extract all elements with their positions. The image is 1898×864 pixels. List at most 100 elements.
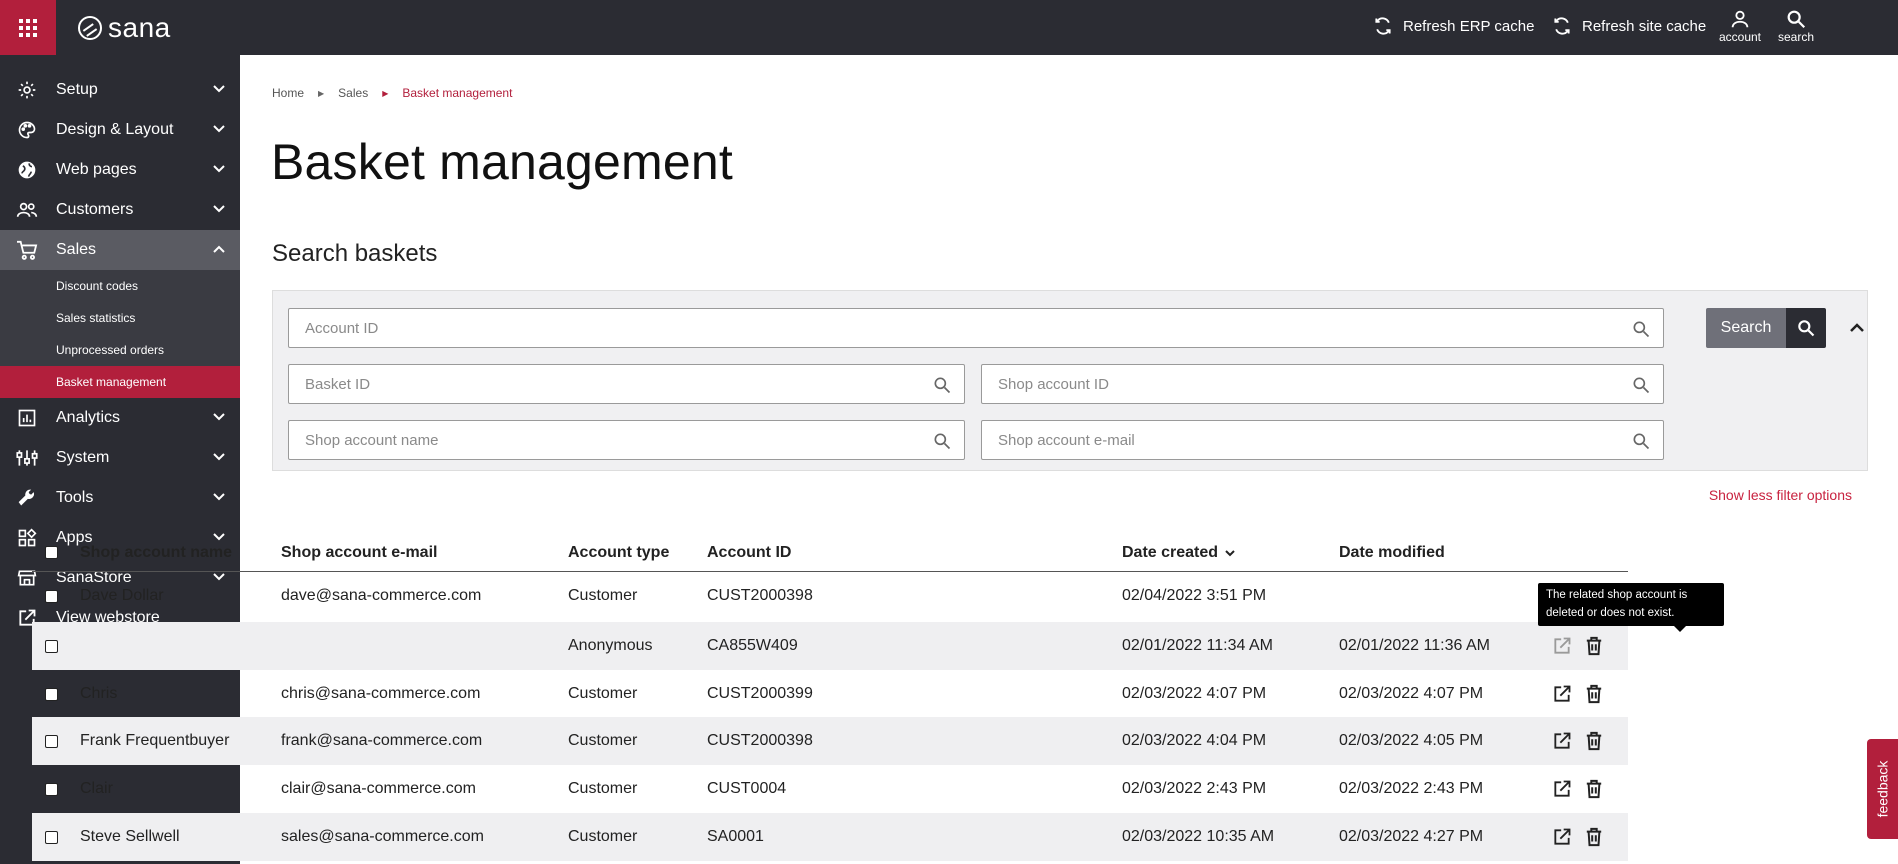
shop-account-id-input[interactable] [982, 365, 1663, 403]
cell-account-id: SA0001 [707, 828, 764, 845]
open-shop-account-button[interactable] [1552, 670, 1572, 718]
external-link-icon [1554, 732, 1571, 749]
sidebar-subitem-label: Basket management [56, 375, 167, 389]
delete-basket-button[interactable] [1585, 670, 1603, 718]
cell-shop-account-name: Dave Dollar [80, 587, 164, 604]
cell-account-id: CA855W409 [707, 637, 798, 654]
shop-account-name-field[interactable] [288, 420, 965, 460]
search-icon[interactable] [932, 375, 952, 395]
search-icon[interactable] [1631, 431, 1651, 451]
sidebar-item-tools[interactable]: Tools [0, 478, 240, 518]
sidebar-item-setup[interactable]: Setup [0, 70, 240, 110]
refresh-erp-label: Refresh ERP cache [1403, 17, 1535, 35]
account-id-field[interactable] [288, 308, 1664, 348]
collapse-filters-chevron-up-icon[interactable] [1848, 319, 1866, 337]
cell-account-type: Customer [568, 685, 638, 702]
user-icon [1731, 10, 1749, 28]
row-checkbox[interactable] [45, 830, 58, 844]
search-submit-button[interactable]: Search [1706, 308, 1826, 348]
shop-account-name-input[interactable] [289, 421, 964, 459]
search-label: search [1777, 30, 1815, 44]
row-checkbox[interactable] [45, 687, 58, 701]
external-link-icon [1554, 685, 1571, 702]
cell-shop-account-email: clair@sana-commerce.com [281, 780, 476, 797]
table-row[interactable]: Anonymous CA855W409 02/01/2022 11:34 AM 02/… [32, 622, 1628, 670]
chart-icon [18, 409, 36, 427]
search-icon [1798, 320, 1815, 337]
open-shop-account-button[interactable] [1552, 717, 1572, 765]
search-button[interactable]: search [1771, 8, 1821, 44]
col-header-account-id[interactable]: Account ID [707, 534, 791, 571]
open-shop-account-button[interactable] [1552, 813, 1572, 861]
sidebar-item-label: Web pages [56, 161, 137, 178]
col-header-date-created[interactable]: Date created [1122, 534, 1236, 571]
delete-basket-button[interactable] [1585, 813, 1603, 861]
page-title: Basket management [271, 134, 733, 190]
shop-account-email-field[interactable] [981, 420, 1664, 460]
cell-date-created: 02/03/2022 4:04 PM [1122, 732, 1267, 749]
shop-account-id-field[interactable] [981, 364, 1664, 404]
col-header-date-created-label: Date created [1122, 543, 1219, 561]
account-button[interactable]: account [1715, 8, 1765, 44]
breadcrumb-home[interactable]: Home [272, 86, 304, 100]
breadcrumb-sales[interactable]: Sales [338, 86, 368, 100]
trash-icon [1586, 636, 1602, 656]
breadcrumb: Home ▶ Sales ▶ Basket management [272, 86, 512, 100]
table-row[interactable]: Steve Sellwell sales@sana-commerce.com Cus… [32, 813, 1628, 861]
cell-account-type: Anonymous [568, 637, 653, 654]
sidebar-item-web-pages[interactable]: Web pages [0, 150, 240, 190]
cell-shop-account-name: Steve Sellwell [80, 828, 180, 845]
col-header-name[interactable]: Shop account name [80, 534, 232, 571]
cell-shop-account-email: frank@sana-commerce.com [281, 732, 483, 749]
basket-id-input[interactable] [289, 365, 964, 403]
search-icon[interactable] [932, 431, 952, 451]
sidebar-subitem-basket-management[interactable]: Basket management [0, 366, 240, 398]
open-shop-account-button[interactable] [1552, 765, 1572, 813]
sidebar-item-customers[interactable]: Customers [0, 190, 240, 230]
sidebar-subitem-unprocessed-orders[interactable]: Unprocessed orders [0, 334, 240, 366]
col-header-date-modified[interactable]: Date modified [1339, 534, 1445, 571]
open-shop-account-button[interactable] [1552, 622, 1572, 670]
col-header-email[interactable]: Shop account e-mail [281, 534, 437, 571]
sidebar-item-sales[interactable]: Sales [0, 230, 240, 270]
search-icon[interactable] [1631, 375, 1651, 395]
sidebar-item-label: Analytics [56, 409, 121, 426]
external-link-icon [1554, 828, 1571, 845]
table-row[interactable]: Dave Dollar dave@sana-commerce.com Custome… [32, 572, 1628, 620]
delete-basket-button[interactable] [1585, 765, 1603, 813]
gear-icon [18, 81, 36, 99]
sana-logo[interactable]: sana [78, 12, 171, 44]
shop-account-email-input[interactable] [982, 421, 1663, 459]
basket-id-field[interactable] [288, 364, 965, 404]
feedback-tab[interactable]: feedback [1867, 739, 1898, 839]
sidebar-item-label: Setup [56, 81, 98, 98]
sidebar-item-system[interactable]: System [0, 438, 240, 478]
delete-basket-button[interactable] [1585, 717, 1603, 765]
show-less-filter-options-link[interactable]: Show less filter options [1709, 487, 1852, 503]
sidebar-subitem-sales-statistics[interactable]: Sales statistics [0, 302, 240, 334]
row-checkbox[interactable] [45, 782, 58, 796]
row-checkbox[interactable] [45, 734, 58, 748]
row-checkbox[interactable] [45, 639, 58, 653]
delete-basket-button[interactable] [1585, 622, 1603, 670]
trash-icon [1586, 684, 1602, 704]
cell-account-type: Customer [568, 587, 638, 604]
table-row[interactable]: Chris chris@sana-commerce.com Customer CUST… [32, 670, 1628, 718]
account-id-input[interactable] [289, 309, 1663, 347]
refresh-site-cache-button[interactable]: Refresh site cache [1552, 16, 1706, 36]
col-header-type[interactable]: Account type [568, 534, 669, 571]
refresh-erp-cache-button[interactable]: Refresh ERP cache [1373, 16, 1534, 36]
select-all-checkbox[interactable] [45, 546, 58, 559]
sidebar-subitem-discount-codes[interactable]: Discount codes [0, 270, 240, 302]
sidebar-item-analytics[interactable]: Analytics [0, 398, 240, 438]
sidebar-item-label: System [56, 449, 110, 466]
cart-icon [17, 240, 38, 260]
row-checkbox[interactable] [45, 589, 58, 603]
app-launcher-button[interactable] [0, 0, 56, 55]
sort-desc-chevron-icon [1225, 549, 1235, 556]
sidebar-item-design-layout[interactable]: Design & Layout [0, 110, 240, 150]
table-row[interactable]: Clair clair@sana-commerce.com Customer CUST… [32, 765, 1628, 813]
search-icon[interactable] [1631, 319, 1651, 339]
table-row[interactable]: Frank Frequentbuyer frank@sana-commerce.c… [32, 717, 1628, 765]
table-header: Shop account name Shop account e-mail Ac… [32, 534, 1628, 572]
